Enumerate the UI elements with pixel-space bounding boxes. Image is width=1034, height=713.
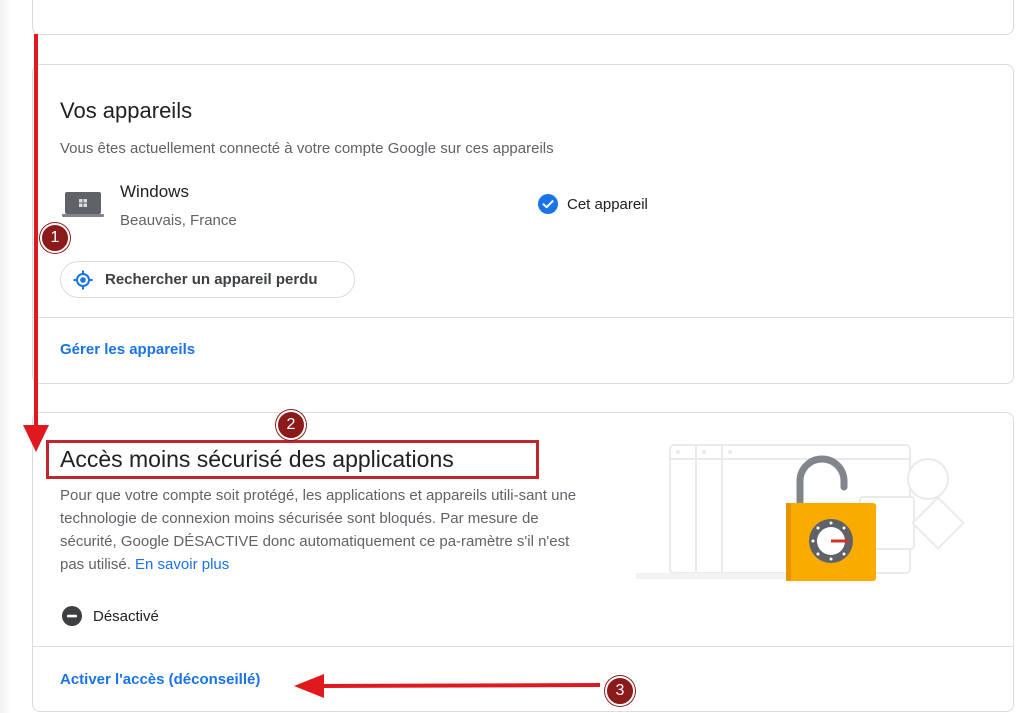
locate-icon <box>73 270 93 289</box>
check-circle-icon <box>538 194 558 214</box>
minus-circle-icon <box>62 606 82 626</box>
title-highlight-box <box>46 440 539 479</box>
access-status-label: Désactivé <box>93 607 159 625</box>
step-badge-3: 3 <box>605 676 635 706</box>
manage-devices-link[interactable]: Gérer les appareils <box>60 341 195 358</box>
step-badge-1: 1 <box>40 223 70 253</box>
find-device-label: Rechercher un appareil perdu <box>105 271 318 288</box>
less-secure-apps-description: Pour que votre compte soit protégé, les … <box>60 484 595 576</box>
devices-title: Vos appareils <box>60 98 193 123</box>
page-edge-shade <box>0 0 12 713</box>
divider <box>33 317 1013 318</box>
find-lost-device-button[interactable]: Rechercher un appareil perdu <box>60 261 355 298</box>
learn-more-link[interactable]: En savoir plus <box>135 556 229 573</box>
padlock-illustration <box>636 444 965 581</box>
device-name: Windows <box>120 182 189 201</box>
this-device-label: Cet appareil <box>567 195 648 213</box>
device-location: Beauvais, France <box>120 212 237 229</box>
this-device-status: Cet appareil <box>538 194 648 214</box>
laptop-windows-icon <box>62 192 104 217</box>
divider <box>33 646 1013 647</box>
access-status: Désactivé <box>62 606 159 626</box>
previous-card <box>32 0 1014 35</box>
devices-description: Vous êtes actuellement connecté à votre … <box>60 140 554 157</box>
enable-access-link[interactable]: Activer l'accès (déconseillé) <box>60 671 260 688</box>
step-badge-2: 2 <box>276 410 306 440</box>
devices-card: Vos appareils Vous êtes actuellement con… <box>32 64 1014 384</box>
